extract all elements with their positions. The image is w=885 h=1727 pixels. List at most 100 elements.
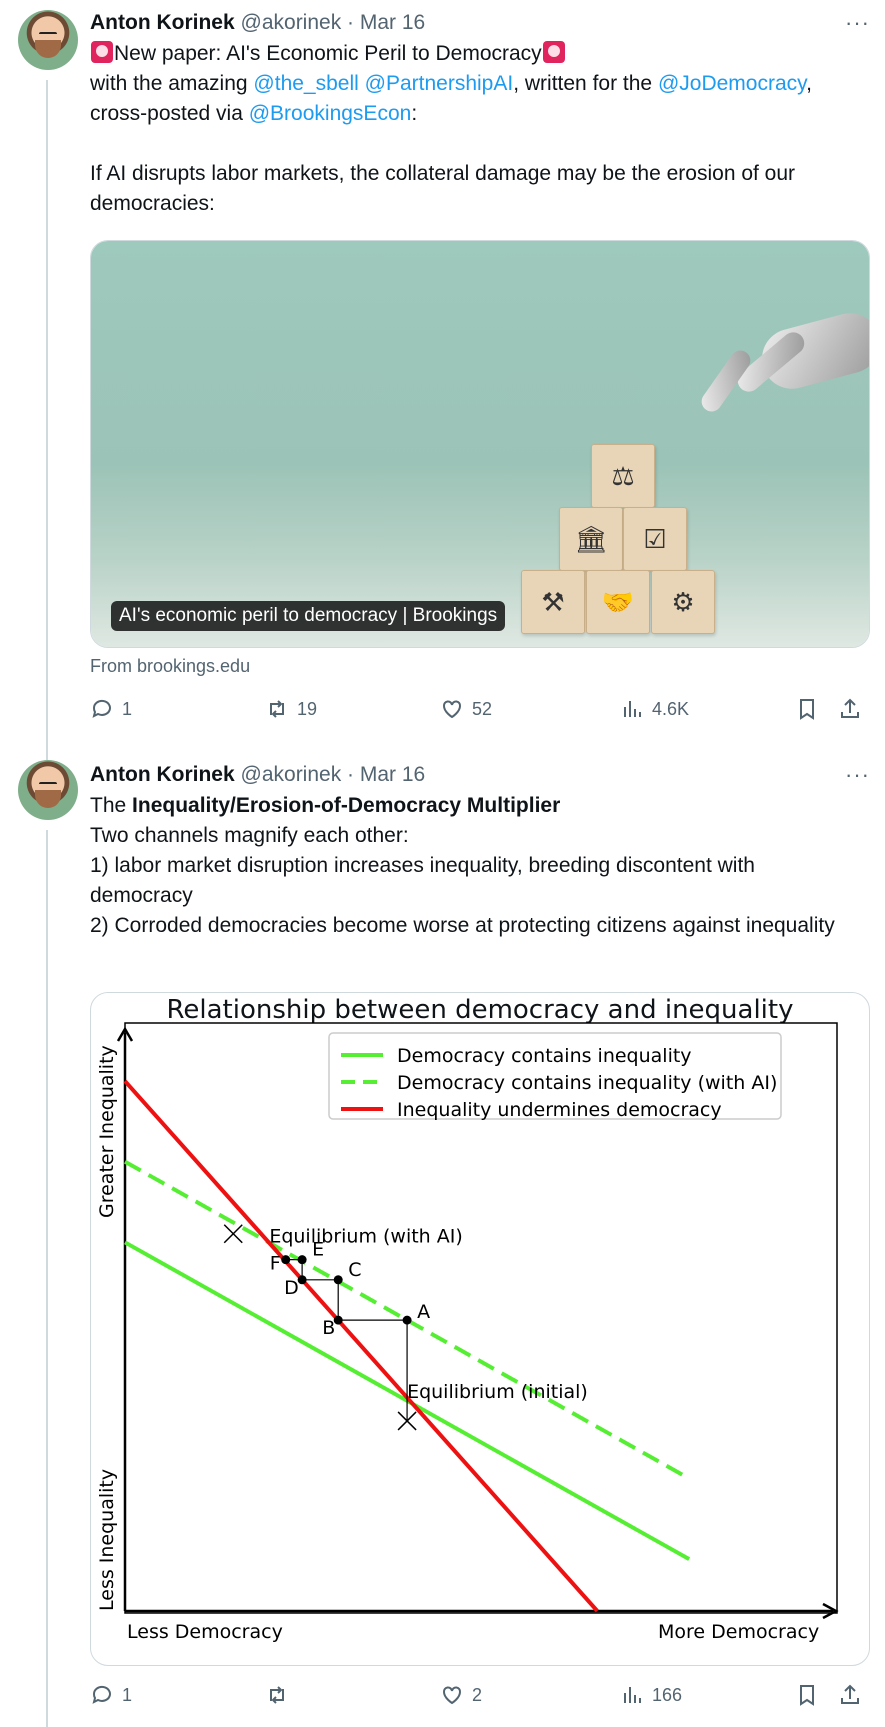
y-axis-label-top: Greater Inequality: [96, 1045, 118, 1218]
mention-link[interactable]: @PartnershipAI: [365, 72, 514, 95]
like-button[interactable]: 52: [440, 697, 492, 721]
reply-count: 1: [122, 1684, 133, 1705]
heart-icon: [443, 1686, 461, 1705]
point-label-E: E: [312, 1239, 324, 1261]
tweet-actions: 1 2 166: [90, 1683, 870, 1713]
views-count: 166: [652, 1684, 683, 1705]
tweet-text: The Inequality/Erosion-of-Democracy Mult…: [90, 791, 860, 941]
chart-image[interactable]: Relationship between democracy and inequ…: [90, 992, 870, 1666]
views-button[interactable]: 4.6K: [620, 697, 689, 721]
reply-button[interactable]: 1: [90, 697, 132, 721]
point-F: [281, 1255, 291, 1265]
justice-block: ⚖: [591, 444, 655, 508]
mention-link[interactable]: @BrookingsEcon: [249, 102, 412, 125]
point-C: [333, 1275, 343, 1285]
tweet-bold-text: Inequality/Erosion-of-Democracy Multipli…: [132, 794, 561, 817]
tweet: Anton Korinek @akorinek · Mar 16 ··· New…: [90, 10, 870, 219]
author-handle-date[interactable]: @akorinek · Mar 16: [241, 11, 426, 34]
point-D: [297, 1275, 307, 1285]
equilibrium-label-2: Equilibrium (initial): [407, 1381, 588, 1403]
like-count: 2: [472, 1684, 483, 1705]
link-card[interactable]: ⚖ 🏛 ☑ ⚒ 🤝 ⚙ AI's economic peril to democ…: [90, 240, 870, 648]
bookmark-button[interactable]: [795, 697, 819, 721]
tweet-line: , written for the: [513, 72, 658, 95]
tweet-actions: 1 19 52 4.6K: [90, 697, 870, 727]
tweet-paragraph: If AI disrupts labor markets, the collat…: [90, 162, 796, 215]
share-icon: [841, 698, 859, 718]
tweet-text: New paper: AI's Economic Peril to Democr…: [90, 39, 870, 219]
bookmark-icon: [800, 699, 814, 720]
gavel-block: ⚒: [521, 570, 585, 634]
more-options-icon[interactable]: ···: [845, 10, 870, 36]
reply-count: 1: [122, 698, 133, 719]
card-source[interactable]: From brookings.edu: [90, 656, 250, 677]
views-count: 4.6K: [652, 698, 690, 719]
legend-label-2: Democracy contains inequality (with AI): [397, 1072, 777, 1094]
tweet-line: 2) Corroded democracies become worse at …: [90, 914, 835, 937]
tweet-header: Anton Korinek @akorinek · Mar 16: [90, 762, 870, 788]
card-caption: AI's economic peril to democracy | Brook…: [111, 601, 506, 631]
tweet-line: with the amazing: [90, 72, 254, 95]
bookmark-button[interactable]: [795, 1683, 819, 1707]
mention-link[interactable]: @the_sbell: [253, 72, 358, 95]
thread-line: [46, 80, 48, 760]
views-button[interactable]: 166: [620, 1683, 682, 1707]
mention-link[interactable]: @JoDemocracy: [658, 72, 806, 95]
share-button[interactable]: [838, 697, 862, 721]
tweet-header: Anton Korinek @akorinek · Mar 16: [90, 10, 870, 36]
share-button[interactable]: [838, 1683, 862, 1707]
views-chart-icon: [624, 1687, 641, 1703]
handshake-block: 🤝: [586, 570, 650, 634]
tweet-line: ,: [806, 72, 812, 95]
views-chart-icon: [624, 701, 641, 717]
heart-icon: [443, 700, 461, 719]
share-icon: [841, 1684, 859, 1704]
more-options-icon[interactable]: ···: [845, 762, 870, 788]
tweet-line: 1) labor market disruption increases ine…: [90, 854, 755, 907]
point-label-D: D: [284, 1277, 299, 1299]
author-handle-date[interactable]: @akorinek · Mar 16: [241, 763, 426, 786]
point-A: [402, 1315, 412, 1325]
author-name[interactable]: Anton Korinek: [90, 11, 235, 34]
point-label-F: F: [270, 1253, 281, 1275]
siren-emoji-icon: [542, 41, 565, 63]
point-E: [297, 1255, 307, 1265]
like-button[interactable]: 2: [440, 1683, 482, 1707]
bookmark-icon: [800, 1685, 814, 1706]
equilibrium-label-1: Equilibrium (with AI): [269, 1225, 462, 1247]
reply-button[interactable]: 1: [90, 1683, 132, 1707]
x-axis-label-left: Less Democracy: [127, 1621, 283, 1643]
repost-icon: [270, 1686, 284, 1704]
repost-icon: [270, 700, 284, 718]
tweet: Anton Korinek @akorinek · Mar 16 ··· The…: [90, 762, 870, 941]
legend-label-3: Inequality undermines democracy: [397, 1099, 722, 1121]
like-count: 52: [472, 698, 493, 719]
tweet-line: :: [411, 102, 418, 125]
tweet-line: The: [90, 794, 133, 817]
x-axis-label-right: More Democracy: [658, 1621, 819, 1643]
y-axis-label-bottom: Less Inequality: [96, 1469, 118, 1611]
repost-button[interactable]: 19: [265, 697, 317, 721]
gear-block: ⚙: [651, 570, 715, 634]
siren-emoji-icon: [91, 41, 113, 63]
legend-label-1: Democracy contains inequality: [397, 1045, 692, 1067]
reply-icon: [92, 1685, 111, 1704]
repost-button[interactable]: [265, 1683, 297, 1707]
avatar[interactable]: [18, 760, 78, 820]
thread-line: [46, 830, 48, 1727]
vote-block: ☑: [623, 507, 687, 571]
tweet-line: cross-posted via: [90, 102, 249, 125]
tweet-line: New paper: AI's Economic Peril to Democr…: [114, 42, 542, 65]
author-name[interactable]: Anton Korinek: [90, 763, 235, 786]
point-label-A: A: [417, 1301, 430, 1323]
series-line-3: [123, 1079, 599, 1613]
point-label-C: C: [348, 1259, 361, 1281]
chart-svg: Less Democracy More Democracy Greater Ineq…: [96, 1022, 839, 1643]
repost-count: 19: [297, 698, 318, 719]
reply-icon: [92, 699, 111, 718]
tweet-line: Two channels magnify each other:: [90, 824, 409, 847]
avatar[interactable]: [18, 10, 78, 70]
card-image: ⚖ 🏛 ☑ ⚒ 🤝 ⚙ AI's economic peril to democ…: [91, 241, 869, 647]
institution-block: 🏛: [559, 507, 623, 571]
point-label-B: B: [322, 1317, 335, 1339]
